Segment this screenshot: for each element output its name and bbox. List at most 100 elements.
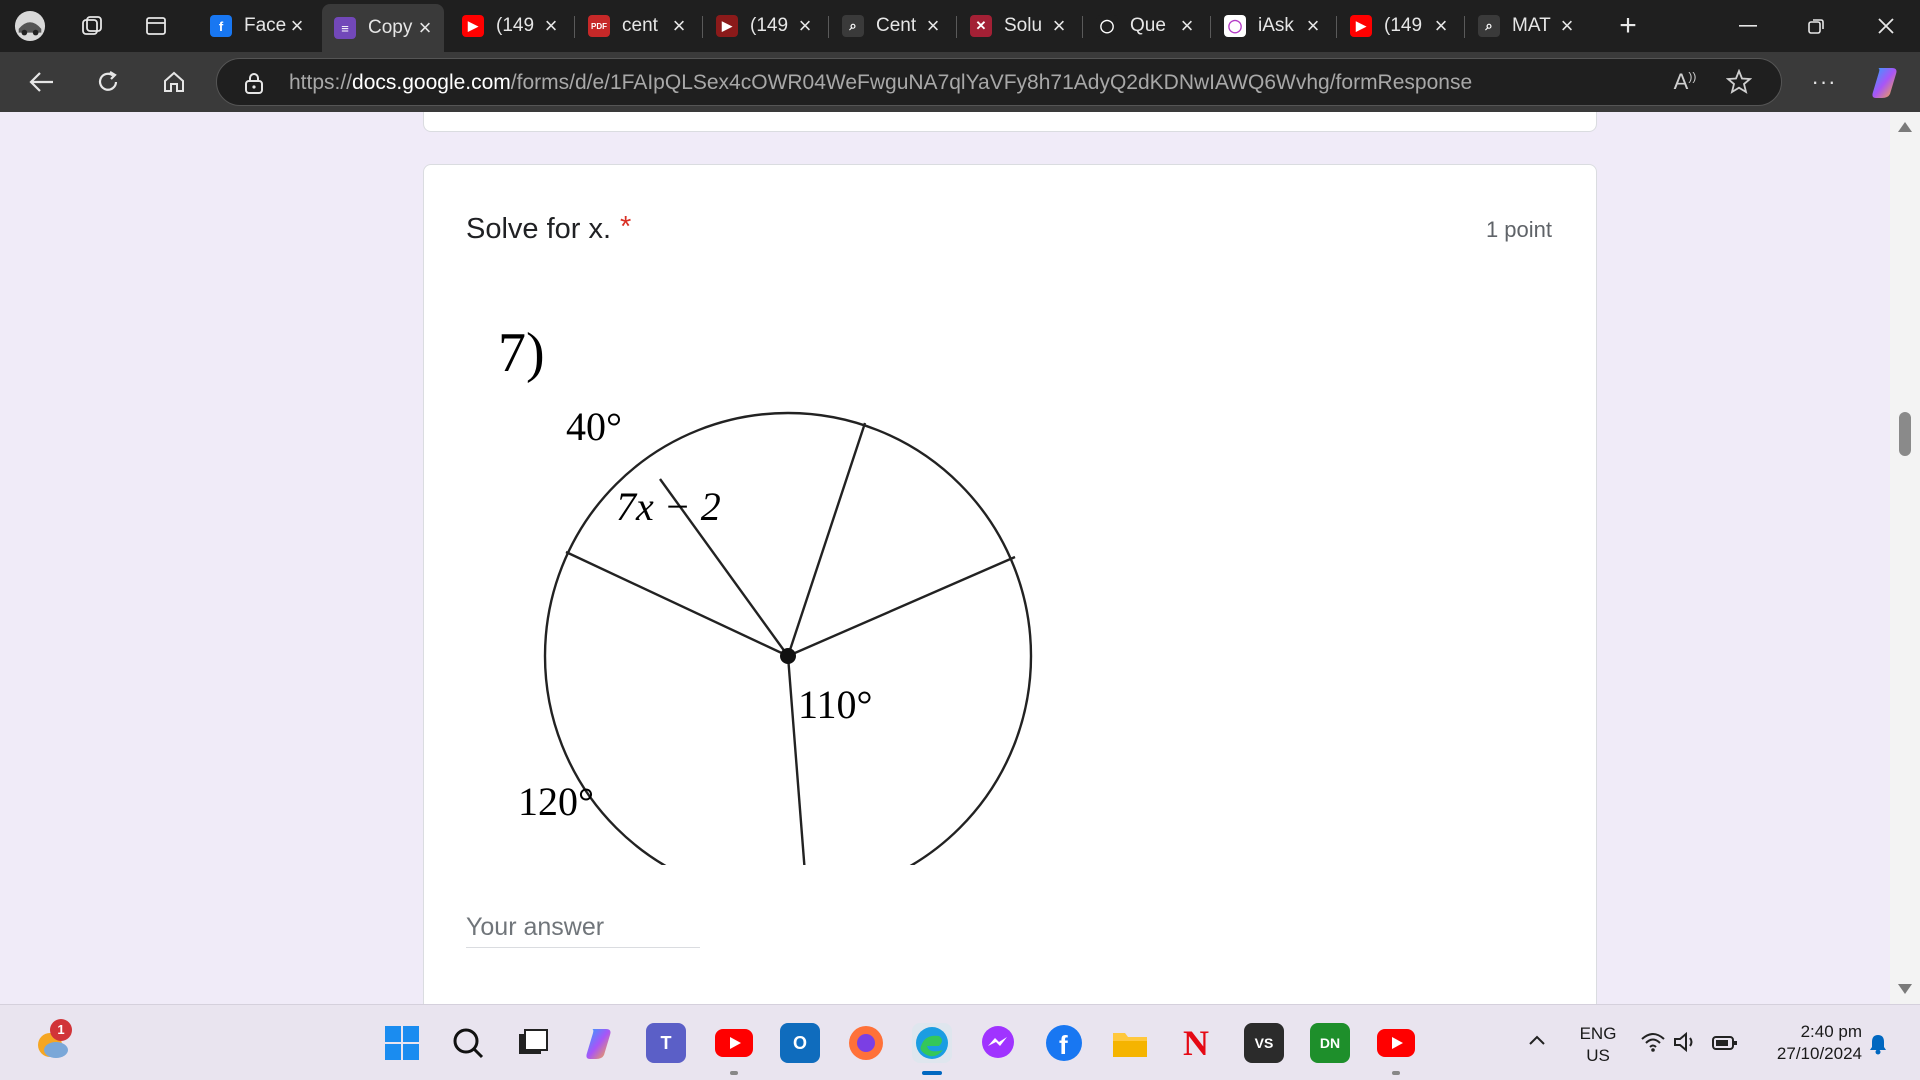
- browser-tab[interactable]: PDF cent ×: [576, 6, 698, 46]
- back-button[interactable]: [20, 62, 64, 102]
- weather-widget[interactable]: 1: [32, 1019, 72, 1063]
- solution-site-icon: ✕: [970, 15, 992, 37]
- read-aloud-icon[interactable]: A)): [1665, 69, 1705, 95]
- minimize-button[interactable]: [1718, 6, 1778, 46]
- browser-toolbar: https://docs.google.com/forms/d/e/1FAIpQ…: [0, 52, 1920, 112]
- workspaces-icon[interactable]: [76, 10, 108, 42]
- tab-title: Cent: [876, 15, 917, 36]
- copilot-icon[interactable]: [580, 1023, 620, 1063]
- youtube-icon[interactable]: [714, 1023, 754, 1063]
- answer-input[interactable]: [466, 908, 700, 948]
- url-text[interactable]: https://docs.google.com/forms/d/e/1FAIpQ…: [289, 71, 1472, 95]
- close-tab-icon[interactable]: ×: [540, 15, 562, 37]
- close-tab-icon[interactable]: ×: [1302, 15, 1324, 37]
- language-code: ENG: [1579, 1024, 1617, 1043]
- volume-icon[interactable]: [1672, 1031, 1698, 1058]
- tab-separator: [574, 16, 575, 38]
- running-indicator: [730, 1071, 738, 1075]
- tab-title: iAsk: [1258, 15, 1294, 36]
- teams-icon[interactable]: T: [646, 1023, 686, 1063]
- radius-line-2: [786, 422, 867, 657]
- youtube-icon[interactable]: [1376, 1023, 1416, 1063]
- browser-tab[interactable]: ≡ Copy ×: [322, 4, 444, 52]
- close-tab-icon[interactable]: ×: [922, 15, 944, 37]
- ring-icon: ◯: [1096, 15, 1118, 37]
- search-icon[interactable]: [448, 1023, 488, 1063]
- file-explorer-icon[interactable]: [1110, 1023, 1150, 1063]
- address-bar[interactable]: https://docs.google.com/forms/d/e/1FAIpQ…: [216, 58, 1782, 106]
- youtube-icon: ▶: [1350, 15, 1372, 37]
- iask-icon: ◯: [1224, 15, 1246, 37]
- close-tab-icon[interactable]: ×: [794, 15, 816, 37]
- wifi-icon[interactable]: [1640, 1031, 1666, 1058]
- notifications-bell-icon[interactable]: [1868, 1033, 1888, 1060]
- close-tab-icon[interactable]: ×: [1556, 15, 1578, 37]
- tab-title: cent: [622, 15, 658, 36]
- browser-tab[interactable]: ✕ Solu ×: [958, 6, 1078, 46]
- browser-tab[interactable]: ▶ (149 ×: [1338, 6, 1460, 46]
- browser-tab[interactable]: ▶ (149 ×: [450, 6, 570, 46]
- browser-tab[interactable]: ⌕ MAT ×: [1466, 6, 1586, 46]
- radius-line-3: [787, 555, 1016, 658]
- circle-angle-figure: 7) 40° 7x − 2 110° 120°: [498, 322, 1033, 865]
- browser-tab[interactable]: ◯ Que ×: [1084, 6, 1206, 46]
- messenger-icon[interactable]: [978, 1023, 1018, 1063]
- search-icon: ⌕: [1478, 15, 1500, 37]
- url-path: /forms/d/e/1FAIpQLSex4cOWR04WeFwguNA7qlY…: [510, 71, 1473, 94]
- page-scrollbar[interactable]: [1890, 112, 1920, 1004]
- battery-icon[interactable]: [1712, 1035, 1738, 1056]
- new-tab-icon[interactable]: +: [1612, 9, 1644, 42]
- close-tab-icon[interactable]: ×: [1430, 15, 1452, 37]
- lock-icon[interactable]: [243, 71, 265, 95]
- input-language-indicator[interactable]: ENG US: [1576, 1023, 1620, 1067]
- game-app-icon[interactable]: DN: [1310, 1023, 1350, 1063]
- facebook-icon[interactable]: f: [1044, 1023, 1084, 1063]
- close-tab-icon[interactable]: ×: [286, 15, 308, 37]
- copilot-icon[interactable]: [1868, 64, 1904, 100]
- running-indicator: [1392, 1071, 1400, 1075]
- scroll-thumb[interactable]: [1899, 412, 1911, 456]
- refresh-button[interactable]: [86, 62, 130, 102]
- tab-separator: [1082, 16, 1083, 38]
- outlook-icon[interactable]: O: [780, 1023, 820, 1063]
- angle-label-40: 40°: [566, 404, 622, 449]
- home-button[interactable]: [152, 62, 196, 102]
- scroll-down-arrow-icon[interactable]: [1898, 984, 1912, 994]
- firefox-icon[interactable]: [846, 1023, 886, 1063]
- browser-tab[interactable]: f Face ×: [198, 6, 316, 46]
- close-tab-icon[interactable]: ×: [414, 17, 436, 39]
- tab-title: (149: [750, 15, 789, 36]
- browser-tab[interactable]: ⌕ Cent ×: [830, 6, 952, 46]
- close-tab-icon[interactable]: ×: [668, 15, 690, 37]
- center-point: [780, 648, 796, 664]
- url-scheme: https://: [289, 71, 353, 94]
- tab-title: MAT: [1512, 15, 1551, 36]
- restore-button[interactable]: [1786, 6, 1846, 46]
- angle-label-7x-minus-2: 7x − 2: [616, 484, 721, 529]
- system-clock[interactable]: 2:40 pm 27/10/2024: [1752, 1021, 1862, 1065]
- edge-icon[interactable]: [912, 1023, 952, 1063]
- scroll-up-arrow-icon[interactable]: [1898, 122, 1912, 132]
- netflix-icon[interactable]: N: [1176, 1023, 1216, 1063]
- browser-tab[interactable]: ◯ iAsk ×: [1212, 6, 1332, 46]
- vs-app-icon[interactable]: VS: [1244, 1023, 1284, 1063]
- profile-avatar-icon[interactable]: [14, 10, 46, 42]
- tab-actions-icon[interactable]: [140, 10, 172, 42]
- windows-start-icon[interactable]: [382, 1023, 422, 1063]
- tab-separator: [1464, 16, 1465, 38]
- svg-text:f: f: [1059, 1030, 1068, 1060]
- close-window-button[interactable]: [1856, 6, 1916, 46]
- angle-label-120: 120°: [518, 779, 594, 824]
- facebook-icon: f: [210, 15, 232, 37]
- close-tab-icon[interactable]: ×: [1176, 15, 1198, 37]
- tab-separator: [1210, 16, 1211, 38]
- task-view-icon[interactable]: [512, 1023, 552, 1063]
- question-title: Solve for x.: [466, 213, 612, 245]
- browser-tab[interactable]: ▶ (149 ×: [704, 6, 824, 46]
- show-hidden-icons-chevron-up-icon[interactable]: [1528, 1033, 1546, 1051]
- youtube-icon: ▶: [462, 15, 484, 37]
- favorite-star-icon[interactable]: [1719, 68, 1759, 102]
- close-tab-icon[interactable]: ×: [1048, 15, 1070, 37]
- more-options-icon[interactable]: ···: [1802, 62, 1846, 102]
- browser-tab-strip: f Face × ≡ Copy × ▶ (149 × PDF cent × ▶ (149 × ⌕ Cent × ✕ S…: [0, 0, 1920, 52]
